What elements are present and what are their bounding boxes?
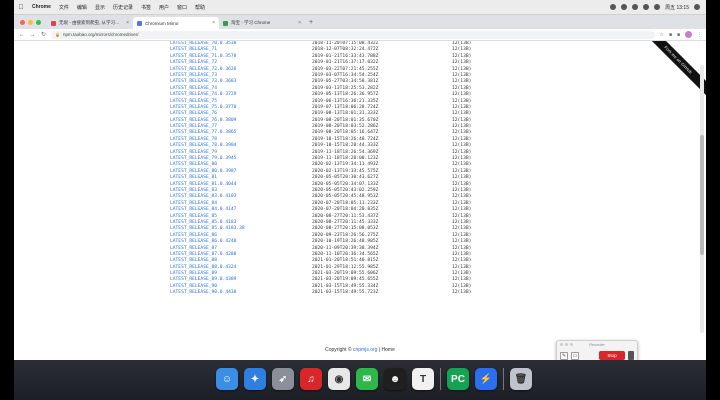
more-menu-icon[interactable]: ⋮ bbox=[697, 32, 702, 38]
browser-tabstrip: 无垠 - 由搜索到爬虫, 从学习到... × Chromium Mirror ×… bbox=[14, 15, 706, 29]
tab-label: 淘宝 - 学习 Chrome bbox=[231, 20, 271, 25]
spotlight-icon[interactable] bbox=[694, 4, 700, 10]
close-window-icon[interactable] bbox=[20, 19, 25, 25]
menu-file[interactable]: 文件 bbox=[55, 4, 73, 11]
tray-sync-icon[interactable] bbox=[621, 4, 628, 10]
menu-user[interactable]: 用户 bbox=[155, 4, 173, 11]
safari-icon[interactable]: ✦ bbox=[244, 368, 266, 390]
fork-ribbon[interactable]: Fork me on GitHub bbox=[639, 41, 706, 99]
trash-icon[interactable]: 🗑 bbox=[510, 368, 532, 390]
tray-app-icon[interactable] bbox=[610, 4, 617, 10]
desktop-screen:  Chrome 文件 编辑 显示 历史记录 书签 用户 窗口 帮助 周五 13… bbox=[14, 0, 706, 400]
browser-toolbar: ← → ↻ 🔒 npm.taobao.org/mirrors/chromedri… bbox=[14, 29, 706, 41]
bookmark-star-icon[interactable]: ☆ bbox=[659, 32, 663, 38]
thunder-icon[interactable]: ⚡ bbox=[475, 368, 497, 390]
address-bar[interactable]: 🔒 npm.taobao.org/mirrors/chromedriver/ bbox=[51, 30, 656, 39]
file-link[interactable]: LATEST_RELEASE_90.0.4430 bbox=[170, 290, 312, 296]
toolbar-actions: ☆ ■ ■ ⋮ bbox=[659, 31, 702, 38]
pause-icon[interactable] bbox=[628, 351, 634, 360]
extension-icon[interactable]: ■ bbox=[669, 32, 672, 38]
wifi-icon[interactable] bbox=[632, 4, 639, 10]
menu-view[interactable]: 显示 bbox=[91, 4, 109, 11]
menu-bookmarks[interactable]: 书签 bbox=[137, 4, 155, 11]
dock-separator bbox=[440, 368, 441, 390]
menubar-clock[interactable]: 周五 13:15 bbox=[665, 4, 689, 11]
tab-close-icon[interactable]: × bbox=[298, 20, 301, 26]
profile-avatar[interactable] bbox=[685, 31, 692, 38]
recorder-close-icon[interactable] bbox=[560, 343, 563, 346]
tab-label: Chromium Mirror bbox=[145, 20, 179, 26]
footer-copyright: Copyright © bbox=[325, 347, 352, 353]
status-tray: 周五 13:15 bbox=[610, 4, 706, 11]
file-size: 12(13B) bbox=[452, 290, 472, 296]
tab-favicon-icon bbox=[137, 20, 142, 26]
typora-icon[interactable]: T bbox=[412, 368, 434, 390]
recorder-window-controls bbox=[560, 343, 573, 346]
recorder-minimize-icon[interactable] bbox=[565, 343, 568, 346]
mac-menubar:  Chrome 文件 编辑 显示 历史记录 书签 用户 窗口 帮助 周五 13… bbox=[14, 0, 706, 15]
file-listing: LATEST_RELEASE_70.0.3538 2018-11-20T07:15… bbox=[170, 41, 474, 297]
tab-favicon-icon bbox=[223, 20, 228, 26]
menu-edit[interactable]: 编辑 bbox=[73, 4, 91, 11]
footer-link[interactable]: cnpmjs.org bbox=[353, 347, 377, 353]
finder-icon[interactable]: ☺ bbox=[216, 368, 238, 390]
qq-icon[interactable]: ☻ bbox=[384, 368, 406, 390]
wechat-icon[interactable]: ✉ bbox=[356, 368, 378, 390]
page-content: LATEST_RELEASE_70.0.3538 2018-11-20T07:15… bbox=[14, 41, 706, 370]
page-scrollbar[interactable] bbox=[700, 65, 704, 333]
tab-chromium-mirror[interactable]: Chromium Mirror × bbox=[133, 17, 219, 29]
back-arrow-icon[interactable]: ← bbox=[18, 32, 25, 38]
apple-icon[interactable]:  bbox=[14, 4, 28, 11]
table-row: LATEST_RELEASE_90.0.4430 2021-03-15T18:49… bbox=[170, 290, 474, 296]
extension-icon-2[interactable]: ■ bbox=[677, 32, 680, 38]
tab-close-icon[interactable]: × bbox=[126, 20, 129, 26]
scrollbar-thumb[interactable] bbox=[700, 135, 704, 255]
recording-frame:  Chrome 文件 编辑 显示 历史记录 书签 用户 窗口 帮助 周五 13… bbox=[0, 0, 720, 400]
mac-dock: ☺ ✦ ➶ ♫ ◉ ✉ ☻ T PC ⚡ 🗑 bbox=[204, 364, 544, 394]
file-date: 2021-03-15T18:49:55.723Z bbox=[312, 290, 379, 296]
netease-music-icon[interactable]: ♫ bbox=[300, 368, 322, 390]
menu-window[interactable]: 窗口 bbox=[173, 4, 191, 11]
lock-icon[interactable]: 🔒 bbox=[55, 32, 60, 37]
screen-icon[interactable]: ▭ bbox=[571, 351, 579, 360]
footer-home-link[interactable]: | Home bbox=[379, 347, 395, 353]
tab-favicon-icon bbox=[51, 20, 56, 26]
zoom-window-icon[interactable] bbox=[36, 19, 41, 25]
launchpad-icon[interactable]: ➶ bbox=[272, 368, 294, 390]
dock-separator bbox=[503, 368, 504, 390]
pen-icon[interactable]: ✎ bbox=[560, 351, 568, 360]
chrome-icon[interactable]: ◉ bbox=[328, 368, 350, 390]
pycharm-icon[interactable]: PC bbox=[447, 368, 469, 390]
reload-icon[interactable]: ↻ bbox=[40, 31, 47, 38]
tab-first[interactable]: 无垠 - 由搜索到爬虫, 从学习到... × bbox=[47, 17, 133, 29]
battery-icon[interactable] bbox=[654, 4, 661, 10]
address-url: npm.taobao.org/mirrors/chromedriver/ bbox=[62, 32, 139, 37]
menu-help[interactable]: 帮助 bbox=[191, 4, 209, 11]
tab-third[interactable]: 淘宝 - 学习 Chrome × bbox=[219, 17, 305, 29]
new-tab-button[interactable]: + bbox=[305, 19, 317, 26]
volume-icon[interactable] bbox=[643, 4, 650, 10]
tab-label: 无垠 - 由搜索到爬虫, 从学习到... bbox=[59, 20, 124, 25]
recorder-zoom-icon[interactable] bbox=[570, 343, 573, 346]
stop-recording-button[interactable]: Stop bbox=[599, 351, 625, 360]
menu-app-name[interactable]: Chrome bbox=[28, 4, 55, 10]
menu-history[interactable]: 历史记录 bbox=[109, 4, 137, 11]
forward-arrow-icon[interactable]: → bbox=[29, 32, 36, 38]
minimize-window-icon[interactable] bbox=[28, 19, 33, 25]
window-controls bbox=[14, 19, 47, 25]
tab-close-icon[interactable]: × bbox=[212, 20, 215, 26]
